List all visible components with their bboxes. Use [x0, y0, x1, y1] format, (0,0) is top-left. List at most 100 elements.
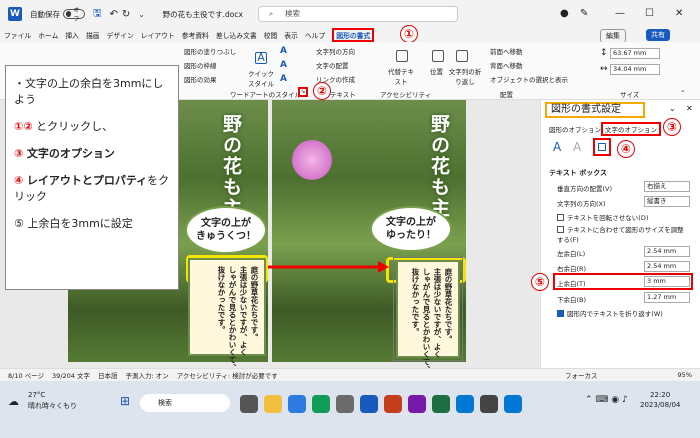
pane-menu-icon[interactable]: ⌄ [669, 104, 676, 113]
settings-icon[interactable] [480, 395, 498, 413]
status-words[interactable]: 39/204 文字 [52, 370, 90, 380]
menu-mailings[interactable]: 差し込み文書 [216, 30, 257, 40]
text-outline-icon[interactable]: A [280, 60, 287, 70]
alt-text-label[interactable]: 代替テキスト [388, 66, 414, 86]
weather-desc[interactable]: 晴れ時々くもり [28, 401, 77, 411]
chrome-icon[interactable] [312, 395, 330, 413]
weather-temp[interactable]: 27°C [28, 391, 45, 399]
shape-effects-button[interactable]: 図形の効果 [184, 74, 217, 84]
outlook-icon[interactable] [456, 395, 474, 413]
text-effects-tab-icon[interactable]: A [573, 140, 581, 154]
menu-file[interactable]: ファイル [4, 30, 31, 40]
quick-style-icon[interactable]: A [255, 52, 267, 64]
wrap-text-label[interactable]: 文字列の折り返し [448, 66, 482, 86]
alt-text-icon[interactable] [396, 50, 408, 62]
menu-review[interactable]: 校閲 [264, 30, 278, 40]
textbox-section-header[interactable]: テキスト ボックス [549, 168, 607, 178]
account-avatar[interactable]: ● [560, 8, 569, 19]
status-zoom[interactable]: 95% [678, 371, 692, 379]
menu-home[interactable]: ホーム [38, 30, 58, 40]
no-rotate-checkbox[interactable] [557, 214, 564, 221]
tab-text-options[interactable]: 文字のオプション [601, 122, 661, 136]
autosave-toggle[interactable]: オフ [63, 7, 85, 23]
width-field[interactable]: 34.04 mm [610, 64, 660, 75]
word-taskbar-icon[interactable] [360, 395, 378, 413]
menu-draw[interactable]: 描画 [86, 30, 100, 40]
weather-icon[interactable]: ☁ [8, 395, 19, 408]
menu-help[interactable]: ヘルプ [305, 30, 325, 40]
store-icon[interactable] [336, 395, 354, 413]
send-backward-button[interactable]: 背面へ移動 [490, 60, 523, 70]
text-effects-icon[interactable]: A [280, 74, 287, 84]
powerpoint-icon[interactable] [384, 395, 402, 413]
menu-layout[interactable]: レイアウト [141, 30, 175, 40]
status-accessibility[interactable]: アクセシビリティ: 検討が必要です [177, 370, 278, 380]
no-rotate-option[interactable]: テキストを回転させない(D) [557, 212, 648, 222]
menu-references[interactable]: 参考資料 [182, 30, 209, 40]
edge-icon[interactable] [288, 395, 306, 413]
left-text-box[interactable]: 庭の野草花たちです。 主張は少ないですが、よく しゃがんで見るとかわいくて、 抜… [188, 258, 266, 371]
shape-outline-button[interactable]: 図形の枠線 [184, 60, 217, 70]
accessibility-group-label: アクセシビリティ [380, 91, 432, 99]
redo-icon[interactable]: ↻ [122, 9, 130, 20]
layout-properties-icon[interactable] [593, 138, 611, 156]
menu-view[interactable]: 表示 [284, 30, 298, 40]
clock-date[interactable]: 2023/08/04 [640, 401, 680, 409]
top-margin-field[interactable]: 3 mm [644, 276, 690, 287]
text-direction-button[interactable]: 文字列の方向 [316, 46, 355, 56]
wordart-dialog-launcher-icon[interactable]: ↘ [298, 87, 308, 97]
save-icon[interactable]: 🖫 [93, 6, 102, 23]
menu-design[interactable]: デザイン [107, 30, 134, 40]
wrap-checkbox[interactable] [557, 310, 564, 317]
text-fill-icon[interactable]: A [280, 46, 287, 56]
share-button[interactable]: 共有 [646, 29, 670, 41]
close-button[interactable]: ✕ [675, 8, 683, 19]
share-label: 共有 [651, 31, 665, 39]
task-view-icon[interactable] [240, 395, 258, 413]
autofit-checkbox[interactable] [557, 226, 564, 233]
align-text-button[interactable]: 文字の配置 [316, 60, 349, 70]
left-margin-value: 2.54 mm [647, 247, 677, 255]
status-page[interactable]: 8/10 ページ [8, 370, 44, 380]
excel-icon[interactable] [432, 395, 450, 413]
status-lang[interactable]: 日本語 [98, 370, 118, 380]
text-direction-label: 文字列の方向(X) [557, 200, 606, 208]
position-label[interactable]: 位置 [430, 66, 443, 76]
taskbar-search[interactable]: 検索 [140, 394, 230, 412]
clock-time[interactable]: 22:20 [650, 391, 670, 399]
search-input[interactable]: ⌕ 検索 [258, 6, 458, 22]
bottom-margin-field[interactable]: 1.27 mm [644, 292, 690, 303]
status-predict[interactable]: 予測入力: オン [125, 370, 168, 380]
right-margin-field[interactable]: 2.54 mm [644, 261, 690, 272]
system-tray-icon[interactable]: ⌃ ⌨ ◉ ♪ [585, 395, 628, 405]
menu-shape-format[interactable]: 図形の書式 [332, 28, 375, 42]
wrap-option[interactable]: 図形内でテキストを折り返す(W) [557, 308, 663, 318]
onenote-icon[interactable] [408, 395, 426, 413]
edit-button[interactable]: 編集 [600, 29, 626, 43]
file-explorer-icon[interactable] [264, 395, 282, 413]
minimize-button[interactable]: — [615, 8, 625, 19]
status-focus[interactable]: フォーカス [565, 370, 598, 380]
height-field[interactable]: 63.67 mm [610, 48, 660, 59]
maximize-button[interactable]: ☐ [645, 8, 654, 19]
position-icon[interactable] [432, 50, 444, 62]
pen-icon[interactable]: ✎ [580, 8, 588, 19]
customize-icon[interactable]: ⌄ [138, 10, 144, 19]
menu-insert[interactable]: 挿入 [65, 30, 79, 40]
valign-dropdown[interactable]: 右揃え [644, 181, 690, 192]
autofit-option[interactable]: テキストに合わせて図形のサイズを調整する(F) [557, 224, 687, 244]
collapse-ribbon-icon[interactable]: ⌃ [680, 89, 685, 97]
wrap-text-icon[interactable] [456, 50, 468, 62]
start-icon[interactable]: ⊞ [120, 394, 130, 408]
right-text-box[interactable]: 庭の野草花たちです。 主張は少ないですが、よく しゃがんで見るとかわいくて、 抜… [393, 257, 463, 373]
bring-forward-button[interactable]: 前面へ移動 [490, 46, 523, 56]
selection-pane-button[interactable]: オブジェクトの選択と表示 [490, 74, 568, 84]
vscode-icon[interactable] [504, 395, 522, 413]
tab-shape-options[interactable]: 図形のオプション [549, 124, 601, 134]
text-fill-outline-icon[interactable]: A [553, 140, 561, 154]
text-direction-dropdown[interactable]: 縦書き [644, 196, 690, 207]
undo-icon[interactable]: ↶ [110, 9, 118, 20]
shape-fill-button[interactable]: 図形の塗りつぶし [184, 46, 236, 56]
pane-close-icon[interactable]: ✕ [686, 104, 693, 113]
left-margin-field[interactable]: 2.54 mm [644, 246, 690, 257]
